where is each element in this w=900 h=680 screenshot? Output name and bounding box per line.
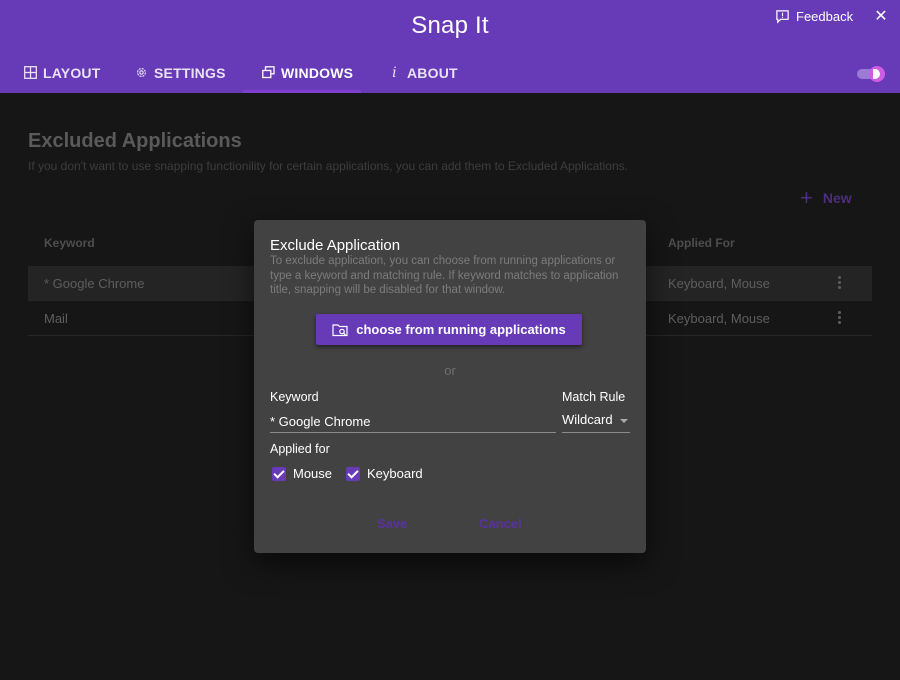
app-header: Snap It Feedback ✕ LAYOUT SETTINGS WINDO… — [0, 0, 900, 93]
moon-icon — [869, 66, 885, 82]
tab-layout-label: LAYOUT — [43, 64, 101, 81]
windows-icon — [262, 66, 275, 79]
mouse-checkbox-label: Mouse — [293, 466, 333, 481]
checkbox-checked-icon — [346, 466, 360, 481]
keyword-field[interactable] — [270, 410, 556, 433]
column-header-applied-for: Applied For — [668, 236, 735, 250]
plus-icon: + — [800, 185, 813, 210]
folder-search-icon — [332, 323, 348, 336]
choose-running-applications-button[interactable]: choose from running applications — [316, 314, 582, 345]
row-keyword: * Google Chrome — [44, 276, 145, 291]
match-rule-value: Wildcard — [562, 412, 613, 427]
theme-toggle[interactable] — [857, 66, 887, 82]
match-rule-select[interactable]: Wildcard — [562, 408, 630, 433]
more-vert-icon[interactable] — [833, 309, 845, 327]
keyboard-checkbox-label: Keyboard — [367, 466, 423, 481]
tab-settings[interactable]: SETTINGS — [135, 52, 226, 93]
keyboard-checkbox[interactable]: Keyboard — [346, 466, 423, 481]
tab-about-label: ABOUT — [407, 64, 458, 81]
tab-windows[interactable]: WINDOWS — [262, 52, 353, 93]
match-rule-label: Match Rule — [562, 390, 626, 404]
new-button[interactable]: + New — [800, 185, 852, 210]
row-applied-for: Keyboard, Mouse — [668, 276, 770, 291]
page-title: Excluded Applications — [28, 130, 242, 152]
feedback-button[interactable]: Feedback — [775, 9, 853, 24]
grid-icon — [24, 66, 37, 79]
tab-about[interactable]: i ABOUT — [388, 52, 458, 93]
choose-button-label: choose from running applications — [356, 322, 566, 337]
mouse-checkbox[interactable]: Mouse — [272, 466, 332, 481]
checkbox-checked-icon — [272, 466, 286, 481]
keyword-label: Keyword — [270, 390, 319, 404]
column-header-keyword: Keyword — [44, 236, 95, 250]
gear-icon — [136, 67, 147, 78]
close-icon[interactable]: ✕ — [872, 8, 890, 26]
caret-down-icon — [620, 419, 628, 423]
dialog-description: To exclude application, you can choose f… — [270, 255, 619, 296]
row-keyword: Mail — [44, 311, 68, 326]
new-button-label: New — [822, 190, 852, 206]
or-divider: or — [444, 363, 456, 378]
feedback-icon — [776, 10, 789, 24]
feedback-label: Feedback — [796, 9, 854, 24]
exclude-application-dialog: Exclude Application To exclude applicati… — [254, 220, 646, 553]
tab-bar: LAYOUT SETTINGS WINDOWS i ABOUT — [0, 52, 900, 93]
page-description: If you don't want to use snapping functi… — [28, 159, 628, 173]
dialog-title: Exclude Application — [270, 237, 401, 254]
tab-settings-label: SETTINGS — [154, 64, 226, 81]
active-tab-indicator — [243, 90, 361, 93]
info-icon: i — [392, 64, 397, 81]
cancel-button[interactable]: Cancel — [479, 516, 522, 531]
more-vert-icon[interactable] — [833, 274, 845, 292]
app-title: Snap It — [411, 12, 489, 39]
applied-for-label: Applied for — [270, 442, 330, 456]
row-applied-for: Keyboard, Mouse — [668, 311, 770, 326]
tab-layout[interactable]: LAYOUT — [24, 52, 100, 93]
save-button[interactable]: Save — [377, 516, 407, 531]
tab-windows-label: WINDOWS — [281, 64, 354, 81]
